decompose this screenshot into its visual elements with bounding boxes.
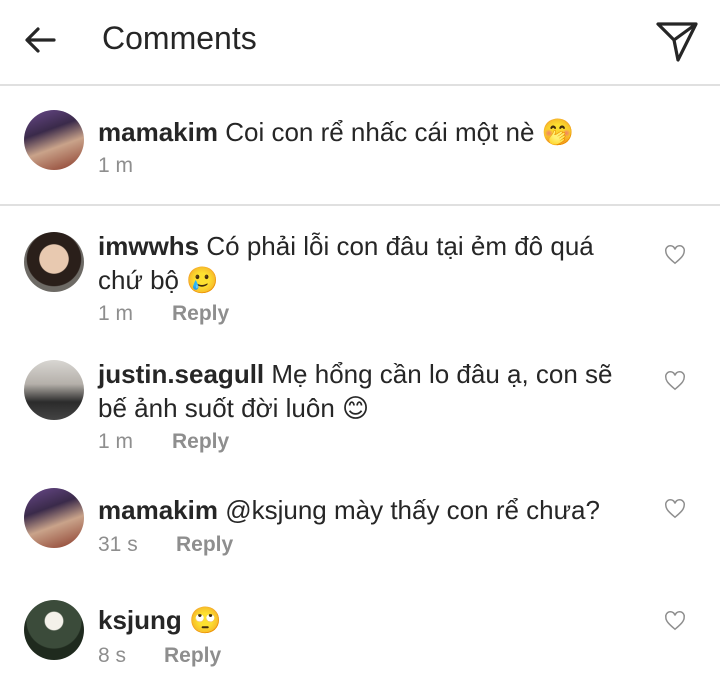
timestamp: 1 m	[98, 154, 134, 177]
smiling-face-with-tear-emoji-icon: 🥲	[186, 266, 219, 296]
comment-body: Mẹ hổng cần lo đâu ạ, con sẽ	[271, 359, 613, 389]
comment-body: Có phải lỗi con đâu tại ẻm đô quá	[206, 231, 594, 261]
comment-body: bế ảnh suốt đời luôn	[98, 393, 335, 423]
comment-text: ksjung 🙄	[98, 602, 221, 638]
reply-button[interactable]: Reply	[172, 430, 229, 454]
comment-body: @ksjung mày thấy con rể chưa?	[225, 495, 600, 525]
avatar[interactable]	[24, 110, 84, 170]
comment-username[interactable]: imwwhs	[98, 231, 199, 261]
comment-text: justin.seagull Mẹ hổng cần lo đâu ạ, con…	[98, 356, 613, 392]
comment-text: imwwhs Có phải lỗi con đâu tại ẻm đô quá	[98, 228, 594, 264]
heart-outline-icon[interactable]	[664, 610, 686, 632]
comment-body: chứ bộ	[98, 265, 180, 295]
comment-username[interactable]: mamakim	[98, 495, 218, 525]
face-with-rolling-eyes-emoji-icon: 🙄	[189, 606, 222, 636]
comment-text-continued: bế ảnh suốt đời luôn 😊	[98, 390, 369, 426]
avatar[interactable]	[24, 232, 84, 292]
reply-button[interactable]: Reply	[172, 302, 229, 326]
header-bar: Comments	[0, 0, 720, 86]
comment-text: mamakim @ksjung mày thấy con rể chưa?	[98, 492, 600, 528]
avatar[interactable]	[24, 488, 84, 548]
caption-block: mamakim Coi con rể nhấc cái một nè 🤭 1 m	[0, 86, 720, 206]
paper-plane-icon[interactable]	[652, 16, 702, 66]
caption-text: mamakim Coi con rể nhấc cái một nè 🤭	[98, 114, 574, 150]
comment-text-continued: chứ bộ 🥲	[98, 262, 219, 298]
timestamp: 8 s	[98, 644, 127, 667]
smiling-face-emoji-icon: 😊	[342, 394, 370, 424]
comment-username[interactable]: mamakim	[98, 117, 218, 147]
shushing-face-emoji-icon: 🤭	[541, 118, 575, 148]
timestamp: 1 m	[98, 302, 134, 325]
comment-username[interactable]: ksjung	[98, 605, 182, 635]
heart-outline-icon[interactable]	[664, 370, 686, 392]
avatar[interactable]	[24, 360, 84, 420]
heart-outline-icon[interactable]	[664, 244, 686, 266]
timestamp: 1 m	[98, 430, 134, 453]
comment-body: Coi con rể nhấc cái một nè	[225, 117, 535, 147]
arrow-left-icon[interactable]	[22, 22, 58, 58]
avatar[interactable]	[24, 600, 84, 660]
reply-button[interactable]: Reply	[164, 644, 221, 668]
timestamp: 31 s	[98, 533, 138, 556]
heart-outline-icon[interactable]	[664, 498, 686, 520]
page-title: Comments	[102, 20, 257, 56]
reply-button[interactable]: Reply	[176, 533, 233, 557]
comment-username[interactable]: justin.seagull	[98, 359, 264, 389]
